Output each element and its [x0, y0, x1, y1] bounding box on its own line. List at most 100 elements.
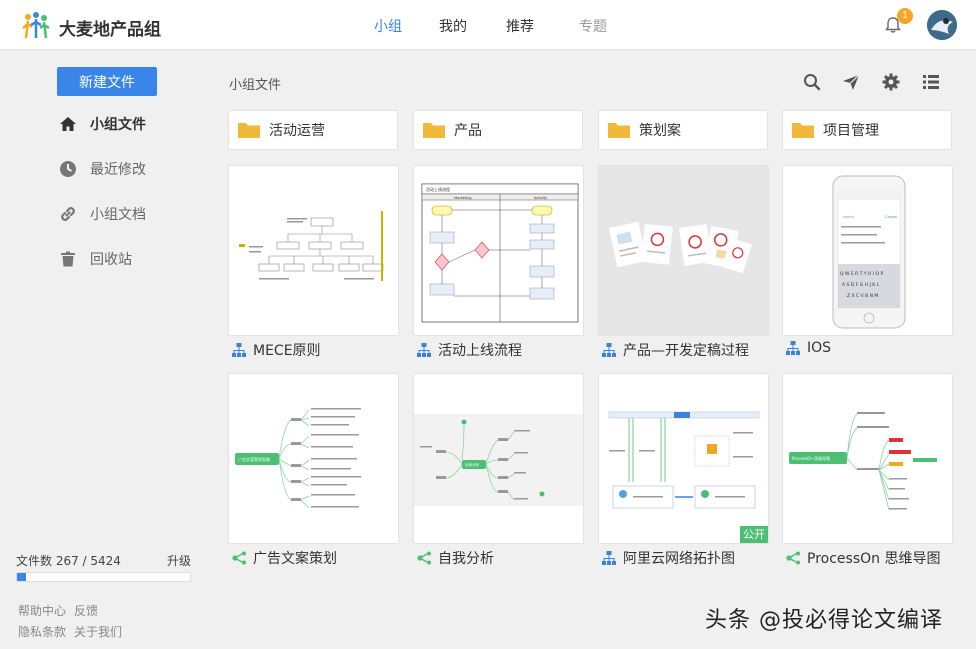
top-header: 大麦地产品组 小组 我的 推荐 专题 1 — [0, 0, 976, 50]
flow-lane-left: Marketing — [454, 196, 471, 200]
privacy-link[interactable]: 隐私条款 — [18, 623, 66, 640]
sidebar-item-label: 小组文件 — [90, 117, 146, 133]
file-card-activity-flow[interactable]: 活动上线流程 Marketing Activity — [413, 165, 584, 336]
flowchart-icon — [786, 341, 800, 355]
flow-lane-right: Activity — [534, 196, 547, 200]
folder-icon — [608, 123, 630, 138]
sidebar-item-label: 回收站 — [90, 252, 132, 268]
folder-name: 产品 — [454, 123, 482, 139]
list-icon[interactable] — [921, 72, 941, 92]
nav-mine[interactable]: 我的 — [439, 16, 467, 36]
file-label[interactable]: 产品—开发定稿过程 — [601, 340, 781, 360]
file-quota: 文件数 267 / 5424 升级 — [16, 552, 191, 569]
file-thumbnail: 广告文案策划思路 — [235, 408, 361, 509]
folder-name: 策划案 — [639, 123, 681, 139]
file-card-mece[interactable] — [228, 165, 399, 336]
flow-title: 活动上线流程 — [426, 186, 450, 192]
quota-label: 文件数 267 / 5424 — [16, 554, 121, 568]
folder-name: 项目管理 — [823, 123, 879, 139]
file-card-self-analysis[interactable]: 自我分析 — [413, 373, 584, 544]
file-thumbnail — [609, 221, 752, 274]
file-label[interactable]: IOS — [785, 340, 965, 356]
po-mindmap-center: ProcessOn 思维导图 — [792, 455, 830, 461]
help-center-link[interactable]: 帮助中心 — [18, 602, 66, 619]
folder-activity-ops[interactable]: 活动运营 — [228, 110, 398, 150]
file-thumbnail: ProcessOn 思维导图 — [789, 412, 937, 511]
file-card-aliyun-topology[interactable]: 公开 — [598, 373, 769, 544]
new-file-button[interactable]: 新建文件 — [57, 67, 157, 96]
file-label[interactable]: 自我分析 — [416, 548, 596, 568]
file-card-ios[interactable]: search Cancel Q W E R T Y U I O P A S D … — [782, 165, 953, 336]
file-thumbnail: 活动上线流程 Marketing Activity — [421, 183, 579, 323]
file-card-ad-copy[interactable]: 广告文案策划思路 — [228, 373, 399, 544]
nav-recommend[interactable]: 推荐 — [506, 16, 534, 36]
quota-progress-fill — [17, 573, 26, 581]
public-tag: 公开 — [740, 526, 768, 543]
trash-icon — [61, 251, 75, 267]
file-name: 活动上线流程 — [438, 343, 522, 359]
file-name: 产品—开发定稿过程 — [623, 343, 749, 359]
sidebar-item-group-docs[interactable]: 小组文档 — [58, 203, 188, 225]
watermark-text: 头条 @投必得论文编译 — [705, 608, 943, 633]
logo-icon[interactable] — [22, 10, 50, 40]
ad-mindmap-center: 广告文案策划思路 — [238, 456, 270, 462]
sidebar-item-trash[interactable]: 回收站 — [58, 248, 188, 270]
ios-keys-row2: A S D F G H J K L — [842, 282, 880, 288]
file-name: 阿里云网络拓扑图 — [623, 551, 735, 567]
notification-badge: 1 — [897, 8, 913, 24]
search-icon[interactable] — [802, 72, 822, 92]
folder-planning[interactable]: 策划案 — [598, 110, 768, 150]
gear-icon[interactable] — [881, 72, 901, 92]
breadcrumb: 小组文件 — [229, 78, 282, 93]
file-card-processon-mindmap[interactable]: ProcessOn 思维导图 — [782, 373, 953, 544]
file-name: 广告文案策划 — [253, 551, 337, 567]
file-label[interactable]: 活动上线流程 — [416, 340, 596, 360]
feedback-link[interactable]: 反馈 — [74, 602, 98, 619]
flowchart-icon — [232, 343, 246, 357]
avatar[interactable] — [927, 10, 957, 40]
send-icon[interactable] — [841, 72, 861, 92]
ios-cancel: Cancel — [885, 215, 897, 219]
sidebar-item-label: 最近修改 — [90, 162, 146, 178]
flowchart-icon — [417, 343, 431, 357]
ios-keys-row3: Z X C V B N M — [847, 293, 878, 299]
upgrade-link[interactable]: 升级 — [167, 552, 191, 569]
avatar-image — [927, 10, 957, 40]
link-icon — [61, 207, 75, 221]
file-card-product-dev[interactable] — [598, 165, 769, 336]
mindmap-icon — [417, 551, 431, 565]
file-name: IOS — [807, 340, 832, 356]
folder-icon — [792, 123, 814, 138]
home-icon — [60, 117, 76, 131]
mindmap-icon — [786, 551, 800, 565]
folder-icon — [238, 123, 260, 138]
nav-topics[interactable]: 专题 — [579, 16, 607, 36]
folder-product[interactable]: 产品 — [413, 110, 583, 150]
file-label[interactable]: ProcessOn 思维导图 — [785, 548, 965, 568]
brand-name[interactable]: 大麦地产品组 — [59, 15, 161, 40]
nav-group[interactable]: 小组 — [374, 16, 402, 36]
clock-icon — [60, 161, 76, 177]
quota-progress-bar — [16, 572, 191, 582]
about-link[interactable]: 关于我们 — [74, 623, 122, 640]
file-thumbnail — [608, 411, 760, 509]
file-thumbnail: search Cancel Q W E R T Y U I O P A S D … — [832, 175, 906, 329]
file-name: ProcessOn 思维导图 — [807, 551, 941, 567]
file-label[interactable]: MECE原则 — [231, 340, 411, 360]
file-thumbnail — [239, 211, 384, 281]
file-thumbnail: 自我分析 — [414, 414, 583, 506]
sidebar-item-group-files[interactable]: 小组文件 — [58, 113, 188, 135]
file-name: 自我分析 — [438, 551, 494, 567]
folder-name: 活动运营 — [269, 123, 325, 139]
folder-project-mgmt[interactable]: 项目管理 — [782, 110, 952, 150]
self-mindmap-center: 自我分析 — [465, 462, 479, 467]
file-label[interactable]: 阿里云网络拓扑图 — [601, 548, 781, 568]
file-label[interactable]: 广告文案策划 — [231, 548, 411, 568]
folder-icon — [423, 123, 445, 138]
mindmap-icon — [232, 551, 246, 565]
file-name: MECE原则 — [253, 343, 321, 359]
sidebar-item-label: 小组文档 — [90, 207, 146, 223]
flowchart-icon — [602, 343, 616, 357]
ios-search: search — [843, 215, 855, 219]
sidebar-item-recent[interactable]: 最近修改 — [58, 158, 188, 180]
